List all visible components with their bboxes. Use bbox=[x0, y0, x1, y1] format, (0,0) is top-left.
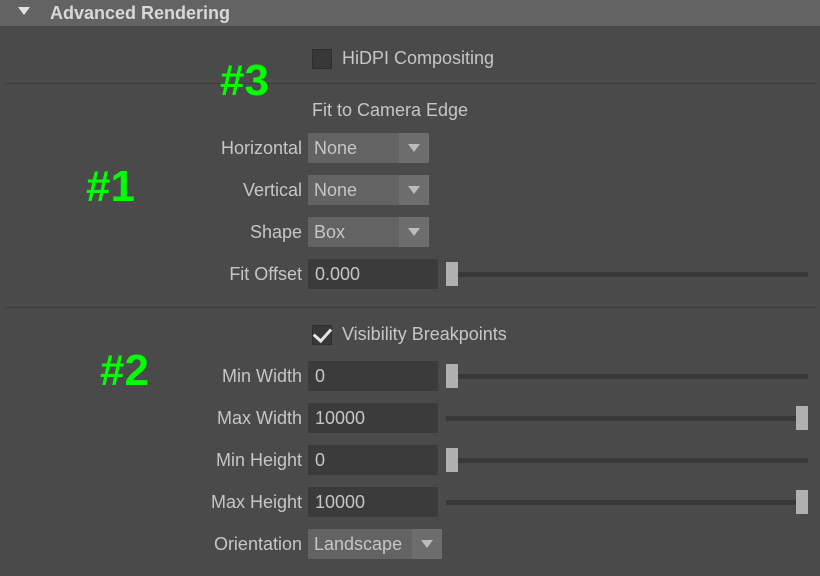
shape-dropdown[interactable]: Box bbox=[308, 217, 429, 247]
hidpi-label: HiDPI Compositing bbox=[342, 48, 494, 69]
horizontal-value: None bbox=[308, 138, 399, 159]
slider-thumb[interactable] bbox=[446, 262, 458, 286]
shape-value: Box bbox=[308, 222, 399, 243]
slider-thumb[interactable] bbox=[796, 406, 808, 430]
min-height-input[interactable]: 0 bbox=[308, 445, 438, 475]
vertical-value: None bbox=[308, 180, 399, 201]
max-height-slider[interactable] bbox=[446, 487, 808, 517]
min-height-slider[interactable] bbox=[446, 445, 808, 475]
slider-thumb[interactable] bbox=[446, 448, 458, 472]
collapse-icon[interactable] bbox=[18, 4, 30, 22]
slider-track bbox=[446, 374, 808, 379]
fit-section-title: Fit to Camera Edge bbox=[312, 100, 820, 121]
chevron-down-icon bbox=[399, 133, 429, 163]
shape-label: Shape bbox=[0, 222, 308, 243]
max-width-label: Max Width bbox=[0, 408, 308, 429]
visibility-section: Visibility Breakpoints Min Width 0 Max W… bbox=[0, 308, 820, 576]
panel-header[interactable]: Advanced Rendering bbox=[0, 0, 820, 26]
visibility-label: Visibility Breakpoints bbox=[342, 324, 507, 345]
chevron-down-icon bbox=[399, 217, 429, 247]
min-width-label: Min Width bbox=[0, 366, 308, 387]
orientation-dropdown[interactable]: Landscape bbox=[308, 529, 442, 559]
min-height-label: Min Height bbox=[0, 450, 308, 471]
slider-thumb[interactable] bbox=[796, 490, 808, 514]
slider-track bbox=[446, 416, 808, 421]
visibility-checkbox[interactable] bbox=[312, 325, 332, 345]
max-width-input[interactable]: 10000 bbox=[308, 403, 438, 433]
fit-offset-slider[interactable] bbox=[446, 259, 808, 289]
advanced-rendering-panel: Advanced Rendering HiDPI Compositing #3 … bbox=[0, 0, 820, 576]
fit-offset-input[interactable]: 0.000 bbox=[308, 259, 438, 289]
fit-section: Fit to Camera Edge Horizontal None Verti… bbox=[0, 84, 820, 307]
vertical-label: Vertical bbox=[0, 180, 308, 201]
hidpi-section: HiDPI Compositing #3 bbox=[0, 26, 820, 83]
hidpi-checkbox[interactable] bbox=[312, 49, 332, 69]
chevron-down-icon bbox=[412, 529, 442, 559]
orientation-label: Orientation bbox=[0, 534, 308, 555]
vertical-dropdown[interactable]: None bbox=[308, 175, 429, 205]
chevron-down-icon bbox=[399, 175, 429, 205]
max-height-input[interactable]: 10000 bbox=[308, 487, 438, 517]
fit-offset-label: Fit Offset bbox=[0, 264, 308, 285]
horizontal-dropdown[interactable]: None bbox=[308, 133, 429, 163]
slider-track bbox=[446, 458, 808, 463]
max-height-label: Max Height bbox=[0, 492, 308, 513]
horizontal-label: Horizontal bbox=[0, 138, 308, 159]
min-width-input[interactable]: 0 bbox=[308, 361, 438, 391]
max-width-slider[interactable] bbox=[446, 403, 808, 433]
slider-track bbox=[446, 500, 808, 505]
slider-track bbox=[446, 272, 808, 277]
slider-thumb[interactable] bbox=[446, 364, 458, 388]
orientation-value: Landscape bbox=[308, 534, 412, 555]
min-width-slider[interactable] bbox=[446, 361, 808, 391]
panel-title: Advanced Rendering bbox=[50, 3, 230, 24]
